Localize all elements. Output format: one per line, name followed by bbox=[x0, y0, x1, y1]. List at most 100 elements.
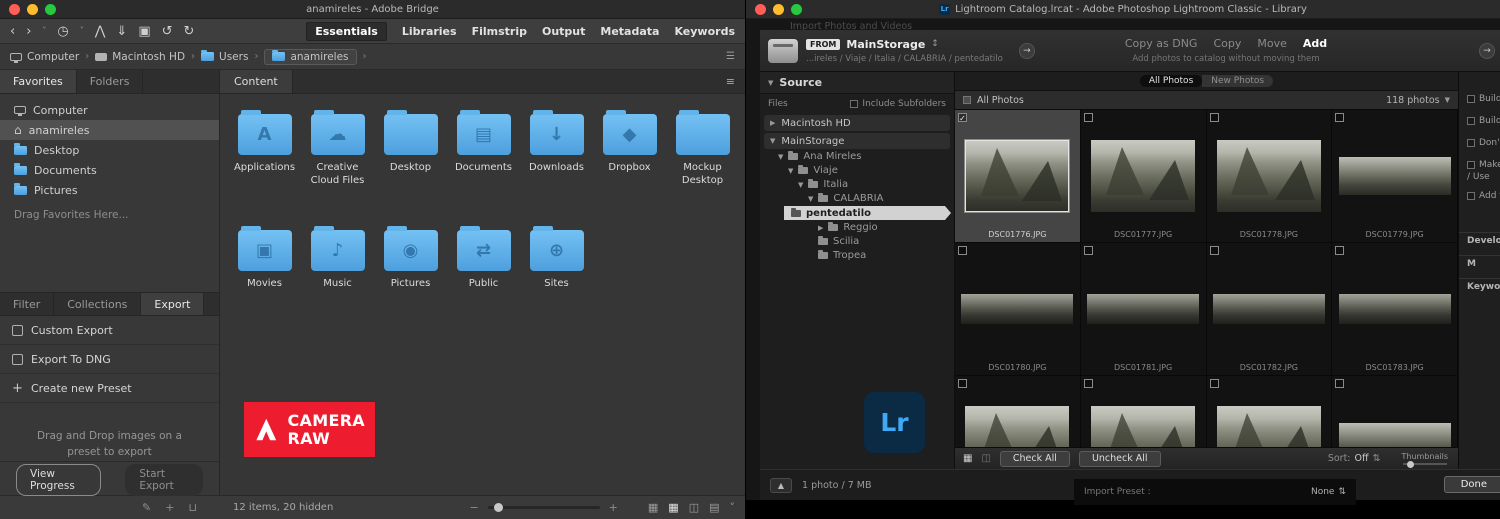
start-export-button[interactable]: Start Export bbox=[125, 463, 203, 496]
photo-thumbnail[interactable] bbox=[1338, 294, 1451, 324]
mode-move[interactable]: Move bbox=[1257, 37, 1287, 50]
favorites-item-pictures[interactable]: Pictures bbox=[0, 180, 219, 200]
tab-collections[interactable]: Collections bbox=[54, 293, 142, 315]
photo-checkbox[interactable] bbox=[1335, 246, 1345, 255]
favorites-item-desktop[interactable]: Desktop bbox=[0, 140, 219, 160]
photo-cell[interactable]: DSC01782.JPG bbox=[1206, 243, 1333, 376]
trash-icon[interactable]: ⊔ bbox=[188, 502, 197, 513]
workspace-tab-output[interactable]: Output bbox=[542, 25, 585, 38]
workspace-tab-libraries[interactable]: Libraries bbox=[402, 25, 457, 38]
mode-copy[interactable]: Copy bbox=[1213, 37, 1241, 50]
tree-item-tropea[interactable]: Tropea bbox=[760, 249, 954, 262]
photo-thumbnail[interactable] bbox=[961, 294, 1074, 324]
build-previews-option[interactable]: Build bbox=[1467, 94, 1500, 104]
disclosure-triangle-icon[interactable]: ▼ bbox=[808, 195, 813, 203]
detail-view-icon[interactable]: ◫ bbox=[689, 501, 699, 514]
disclosure-triangle-icon[interactable]: ▶ bbox=[818, 224, 823, 232]
photo-checkbox[interactable] bbox=[1209, 113, 1219, 122]
folder-item-applications[interactable]: A Applications bbox=[228, 108, 301, 216]
export-item-export-to-dng[interactable]: Export To DNG bbox=[0, 345, 219, 374]
breadcrumb-computer[interactable]: Computer bbox=[10, 51, 79, 63]
tree-item-italia[interactable]: ▼ Italia bbox=[760, 178, 954, 191]
tab-favorites[interactable]: Favorites bbox=[0, 70, 77, 93]
keywords-header[interactable]: Keywords bbox=[1459, 278, 1500, 292]
grid-lock-icon[interactable]: ▦ bbox=[648, 501, 658, 514]
thumbnail-quality-icon[interactable]: ☰ bbox=[726, 51, 735, 62]
view-progress-button[interactable]: View Progress bbox=[16, 463, 102, 496]
close-button[interactable] bbox=[9, 4, 20, 15]
tree-item-viaje[interactable]: ▼ Viaje bbox=[760, 164, 954, 177]
folder-item-pictures[interactable]: ◉ Pictures bbox=[374, 224, 447, 332]
zoom-out-icon[interactable]: − bbox=[469, 502, 478, 513]
new-item-icon[interactable]: + bbox=[165, 502, 174, 513]
export-item-create-new-preset[interactable]: + Create new Preset bbox=[0, 374, 219, 403]
collapse-destination-arrow-button[interactable]: → bbox=[1479, 43, 1495, 59]
minimize-button[interactable] bbox=[773, 4, 784, 15]
zoom-slider[interactable] bbox=[487, 503, 600, 512]
photo-thumbnail[interactable] bbox=[1087, 294, 1200, 324]
folder-item-desktop[interactable]: Desktop bbox=[374, 108, 447, 216]
disclosure-triangle-icon[interactable]: ▼ bbox=[798, 181, 803, 189]
rotate-right-icon[interactable]: ↻ bbox=[184, 25, 195, 38]
rotate-left-icon[interactable]: ↺ bbox=[162, 25, 173, 38]
recent-files-icon[interactable]: ◷ bbox=[57, 25, 68, 38]
photo-thumbnail[interactable] bbox=[1216, 140, 1321, 212]
folder-item-downloads[interactable]: ↓ Downloads bbox=[520, 108, 593, 216]
thumbnail-view-icon[interactable]: ▦ bbox=[668, 501, 678, 514]
tab-folders[interactable]: Folders bbox=[77, 70, 144, 93]
photo-thumbnail[interactable] bbox=[1216, 406, 1321, 447]
volume-mainstorage[interactable]: ▼ MainStorage bbox=[764, 133, 950, 149]
chevron-down-icon[interactable]: ˅ bbox=[730, 501, 736, 514]
tree-item-ana-mireles[interactable]: ▼ Ana Mireles bbox=[760, 150, 954, 163]
metadata-header[interactable]: M bbox=[1459, 255, 1500, 269]
uncheck-all-button[interactable]: Uncheck All bbox=[1078, 450, 1161, 467]
breadcrumb-macintosh-hd[interactable]: Macintosh HD bbox=[95, 51, 185, 63]
add-to-collection-option[interactable]: Add to bbox=[1467, 191, 1500, 201]
chevron-down-icon[interactable]: ▼ bbox=[1445, 96, 1450, 104]
breadcrumb-users[interactable]: Users bbox=[201, 49, 248, 63]
import-preset-control[interactable]: Import Preset : None ⇅ bbox=[1074, 479, 1356, 505]
workspace-tab-keywords[interactable]: Keywords bbox=[674, 25, 735, 38]
volume-macintosh-hd[interactable]: ▶ Macintosh HD bbox=[764, 115, 950, 131]
collapse-source-arrow-button[interactable]: → bbox=[1018, 42, 1035, 59]
edit-icon[interactable]: ✎ bbox=[142, 502, 151, 513]
import-source-select[interactable]: FROM MainStorage ↕ ...ireles / Viaje / I… bbox=[806, 38, 1003, 64]
photo-cell[interactable]: DSC01777.JPG bbox=[1080, 110, 1207, 243]
photo-checkbox-checked[interactable]: ✓ bbox=[958, 113, 967, 123]
list-view-icon[interactable]: ▤ bbox=[709, 501, 719, 514]
photo-thumbnail[interactable] bbox=[1212, 294, 1325, 324]
photo-checkbox[interactable] bbox=[1083, 246, 1093, 255]
panel-menu-icon[interactable]: ≡ bbox=[726, 75, 745, 88]
close-button[interactable] bbox=[755, 4, 766, 15]
photo-thumbnail[interactable] bbox=[1091, 406, 1196, 447]
chevron-down-icon[interactable]: ˅ bbox=[80, 27, 84, 35]
group-icon[interactable] bbox=[963, 96, 971, 104]
photo-thumbnail[interactable] bbox=[1338, 423, 1451, 447]
camera-import-icon[interactable]: ⇓ bbox=[116, 25, 127, 38]
photo-checkbox[interactable] bbox=[1083, 379, 1093, 388]
segment-all-photos[interactable]: All Photos bbox=[1139, 75, 1203, 87]
photo-checkbox[interactable] bbox=[1335, 379, 1345, 388]
make-second-copy-option[interactable]: Make bbox=[1467, 160, 1500, 170]
done-button[interactable]: Done bbox=[1443, 476, 1500, 493]
zoom-slider-knob[interactable] bbox=[493, 503, 503, 512]
photo-cell[interactable]: DSC01779.JPG bbox=[1332, 110, 1458, 243]
photo-checkbox[interactable] bbox=[958, 379, 967, 388]
photo-cell[interactable]: DSC01780.JPG bbox=[955, 243, 1081, 376]
folder-item-mockup-desktop[interactable]: Mockup Desktop bbox=[666, 108, 739, 216]
photo-checkbox[interactable] bbox=[1209, 379, 1219, 388]
zoom-in-icon[interactable]: + bbox=[609, 502, 618, 513]
thumbnail-size-slider[interactable]: Thumbnails bbox=[1402, 452, 1448, 468]
tree-item-reggio[interactable]: ▶ Reggio bbox=[760, 221, 954, 234]
photo-thumbnail[interactable] bbox=[1338, 157, 1451, 195]
tab-content[interactable]: Content bbox=[220, 70, 293, 93]
tree-item-scilia[interactable]: Scilia bbox=[760, 235, 954, 248]
workspace-tab-metadata[interactable]: Metadata bbox=[600, 25, 659, 38]
photo-cell[interactable] bbox=[1081, 376, 1207, 447]
back-button[interactable]: ‹ bbox=[10, 25, 15, 38]
folder-item-public[interactable]: ⇄ Public bbox=[447, 224, 520, 332]
tab-export[interactable]: Export bbox=[141, 293, 205, 315]
photo-cell[interactable] bbox=[955, 376, 1081, 447]
favorites-item-computer[interactable]: Computer bbox=[0, 100, 219, 120]
source-device-icon[interactable] bbox=[768, 38, 798, 63]
